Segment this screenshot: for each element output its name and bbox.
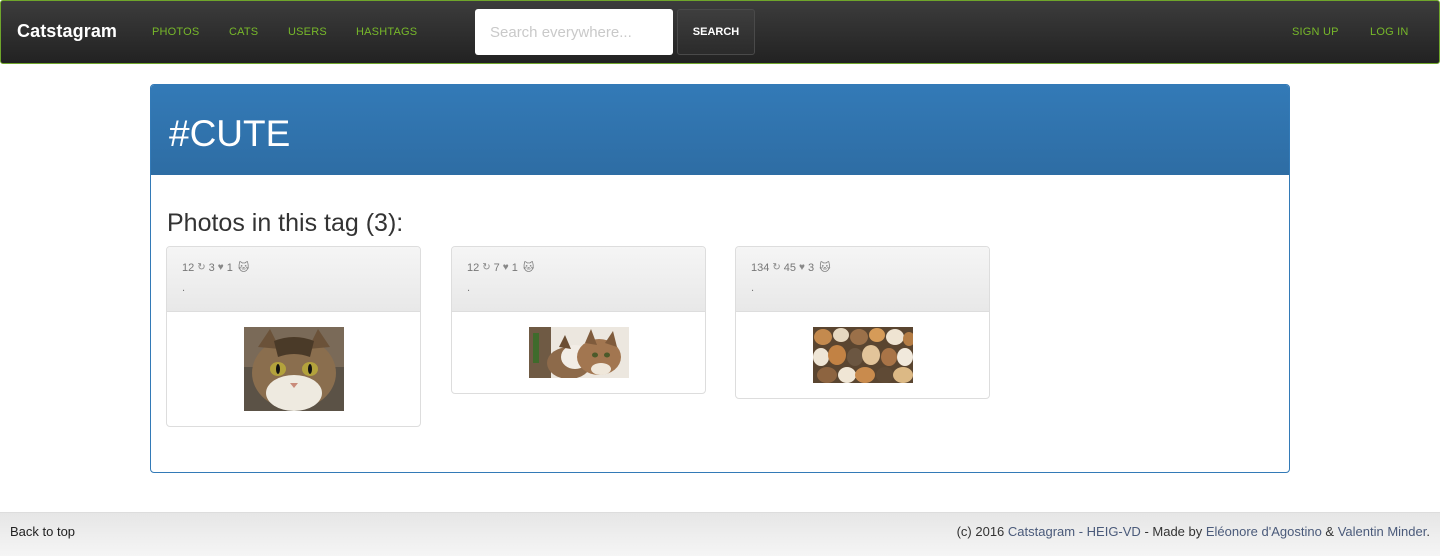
credit-middle: - Made by bbox=[1140, 524, 1206, 539]
cat-crowd-photo[interactable] bbox=[812, 327, 913, 383]
photo-stats: 12 ↻ 7 ♥ 1 🐱 bbox=[467, 261, 690, 275]
photo-caption: . bbox=[467, 282, 471, 294]
photo-card[interactable]: 12 ↻ 7 ♥ 1 🐱 . bbox=[451, 246, 706, 394]
photo-card-body bbox=[736, 312, 989, 383]
photo-card-body bbox=[167, 312, 420, 411]
photo-stats: 134 ↻ 45 ♥ 3 🐱 bbox=[751, 261, 974, 275]
photo-card-header: 12 ↻ 7 ♥ 1 🐱 . bbox=[452, 247, 705, 312]
photo-card[interactable]: 12 ↻ 3 ♥ 1 🐱 . bbox=[166, 246, 421, 427]
repost-icon[interactable]: ↻ bbox=[482, 262, 490, 273]
back-to-top-link[interactable]: Back to top bbox=[10, 524, 75, 539]
photo-card-header: 134 ↻ 45 ♥ 3 🐱 . bbox=[736, 247, 989, 312]
search-button[interactable]: SEARCH bbox=[677, 9, 755, 55]
heart-icon[interactable]: ♥ bbox=[799, 262, 805, 273]
navbar: Catstagram PHOTOS CATS USERS HASHTAGS SE… bbox=[0, 0, 1440, 64]
likes-count: 1 bbox=[226, 261, 233, 274]
views-count: 12 bbox=[467, 261, 480, 274]
photo-card-header: 12 ↻ 3 ♥ 1 🐱 . bbox=[167, 247, 420, 312]
hashtag-title: #CUTE bbox=[169, 113, 291, 154]
photo-card[interactable]: 134 ↻ 45 ♥ 3 🐱 . bbox=[735, 246, 990, 399]
nav-photos[interactable]: PHOTOS bbox=[152, 26, 199, 38]
heart-icon[interactable]: ♥ bbox=[503, 262, 509, 273]
likes-count: 1 bbox=[511, 261, 518, 274]
likes-count: 3 bbox=[807, 261, 815, 274]
repost-icon[interactable]: ↻ bbox=[772, 262, 780, 273]
hashtag-panel: #CUTE Photos in this tag (3): 12 ↻ 3 ♥ 1… bbox=[150, 84, 1290, 473]
photos-section-title: Photos in this tag (3): bbox=[167, 209, 404, 237]
views-count: 134 bbox=[751, 261, 770, 274]
footer-credits: (c) 2016 Catstagram - HEIG-VD - Made by … bbox=[957, 524, 1430, 539]
views-count: 12 bbox=[182, 261, 195, 274]
credit-end: . bbox=[1426, 524, 1430, 539]
photo-card-body bbox=[452, 312, 705, 378]
credit-prefix: (c) 2016 bbox=[956, 524, 1008, 539]
brand-logo[interactable]: Catstagram bbox=[17, 21, 117, 42]
credit-and: & bbox=[1321, 524, 1338, 539]
cat-face-icon: 🐱 bbox=[522, 262, 535, 274]
author-link[interactable]: Eléonore d'Agostino bbox=[1206, 524, 1322, 539]
tabby-cat-photo[interactable] bbox=[243, 327, 344, 411]
nav-sign-up[interactable]: SIGN UP bbox=[1292, 26, 1339, 38]
photo-stats: 12 ↻ 3 ♥ 1 🐱 bbox=[182, 261, 405, 275]
heart-icon[interactable]: ♥ bbox=[218, 262, 224, 273]
repost-count: 45 bbox=[783, 261, 796, 274]
cat-face-icon: 🐱 bbox=[819, 262, 831, 274]
photo-caption: . bbox=[182, 282, 186, 294]
repost-count: 7 bbox=[493, 261, 500, 274]
footer: Back to top (c) 2016 Catstagram - HEIG-V… bbox=[0, 512, 1440, 556]
two-cats-photo[interactable] bbox=[528, 327, 629, 378]
nav-hashtags[interactable]: HASHTAGS bbox=[356, 26, 417, 38]
repost-icon[interactable]: ↻ bbox=[197, 262, 205, 273]
panel-heading: #CUTE bbox=[151, 85, 1289, 175]
search-input[interactable] bbox=[475, 9, 673, 55]
author-link[interactable]: Valentin Minder bbox=[1338, 524, 1427, 539]
nav-users[interactable]: USERS bbox=[288, 26, 327, 38]
nav-cats[interactable]: CATS bbox=[229, 26, 258, 38]
repost-count: 3 bbox=[208, 261, 215, 274]
photo-caption: . bbox=[751, 282, 755, 294]
cat-face-icon: 🐱 bbox=[237, 262, 250, 274]
nav-log-in[interactable]: LOG IN bbox=[1370, 26, 1409, 38]
credit-site-link[interactable]: Catstagram - HEIG-VD bbox=[1008, 524, 1141, 539]
